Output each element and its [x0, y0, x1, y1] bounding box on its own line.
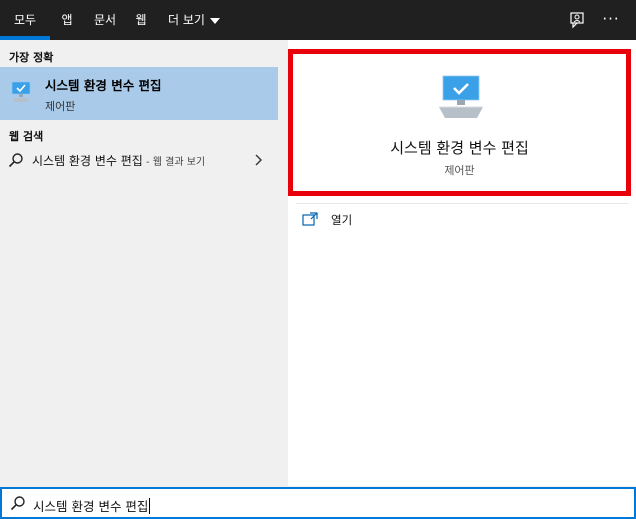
preview-title: 시스템 환경 변수 편집	[390, 139, 529, 157]
results-pane: 가장 정확 시스템 환경 변수 편집 제어판 웹 검색 시스템 환경 변수 편집…	[0, 40, 280, 486]
search-icon	[10, 496, 25, 511]
preview-subtitle: 제어판	[444, 164, 475, 177]
divider	[296, 203, 628, 204]
open-action-label: 열기	[331, 213, 353, 227]
web-result-text: 시스템 환경 변수 편집 - 웹 결과 보기	[32, 152, 205, 169]
monitor-check-icon	[439, 75, 483, 118]
feedback-icon	[570, 12, 584, 29]
best-match-subtitle: 제어판	[45, 100, 76, 113]
search-input-value: 시스템 환경 변수 편집	[33, 499, 149, 514]
feedback-button[interactable]	[563, 0, 591, 40]
web-result-query: 시스템 환경 변수 편집	[32, 154, 143, 168]
chevron-right-icon	[255, 154, 262, 166]
monitor-check-icon	[11, 81, 31, 102]
caret-down-icon	[209, 17, 220, 24]
web-search-heading: 웹 검색	[9, 130, 44, 143]
web-result-item[interactable]: 시스템 환경 변수 편집 - 웹 결과 보기	[0, 148, 278, 172]
text-cursor	[149, 498, 151, 514]
best-match-item[interactable]: 시스템 환경 변수 편집 제어판	[0, 67, 278, 120]
tab-more-dropdown[interactable]: 더 보기	[162, 0, 226, 40]
web-result-suffix: - 웹 결과 보기	[142, 157, 206, 168]
search-box[interactable]: 시스템 환경 변수 편집	[0, 487, 636, 519]
more-options-icon: ···	[602, 10, 620, 28]
tab-documents[interactable]: 문서	[88, 0, 122, 40]
search-input[interactable]: 시스템 환경 변수 편집	[33, 496, 151, 515]
more-options-button[interactable]: ···	[597, 0, 625, 40]
best-match-title: 시스템 환경 변수 편집	[45, 78, 162, 93]
open-icon	[302, 212, 318, 226]
preview-pane: 시스템 환경 변수 편집 제어판 열기	[288, 40, 636, 486]
preview-header: 시스템 환경 변수 편집 제어판	[288, 49, 631, 196]
tab-all[interactable]: 모두	[0, 0, 50, 40]
best-match-heading: 가장 정확	[9, 51, 54, 64]
tab-web[interactable]: 웹	[130, 0, 152, 40]
tab-more-label: 더 보기	[168, 13, 205, 27]
tab-apps[interactable]: 앱	[54, 0, 80, 40]
top-tab-bar: 모두 앱 문서 웹 더 보기 ···	[0, 0, 636, 40]
search-icon	[8, 153, 23, 168]
